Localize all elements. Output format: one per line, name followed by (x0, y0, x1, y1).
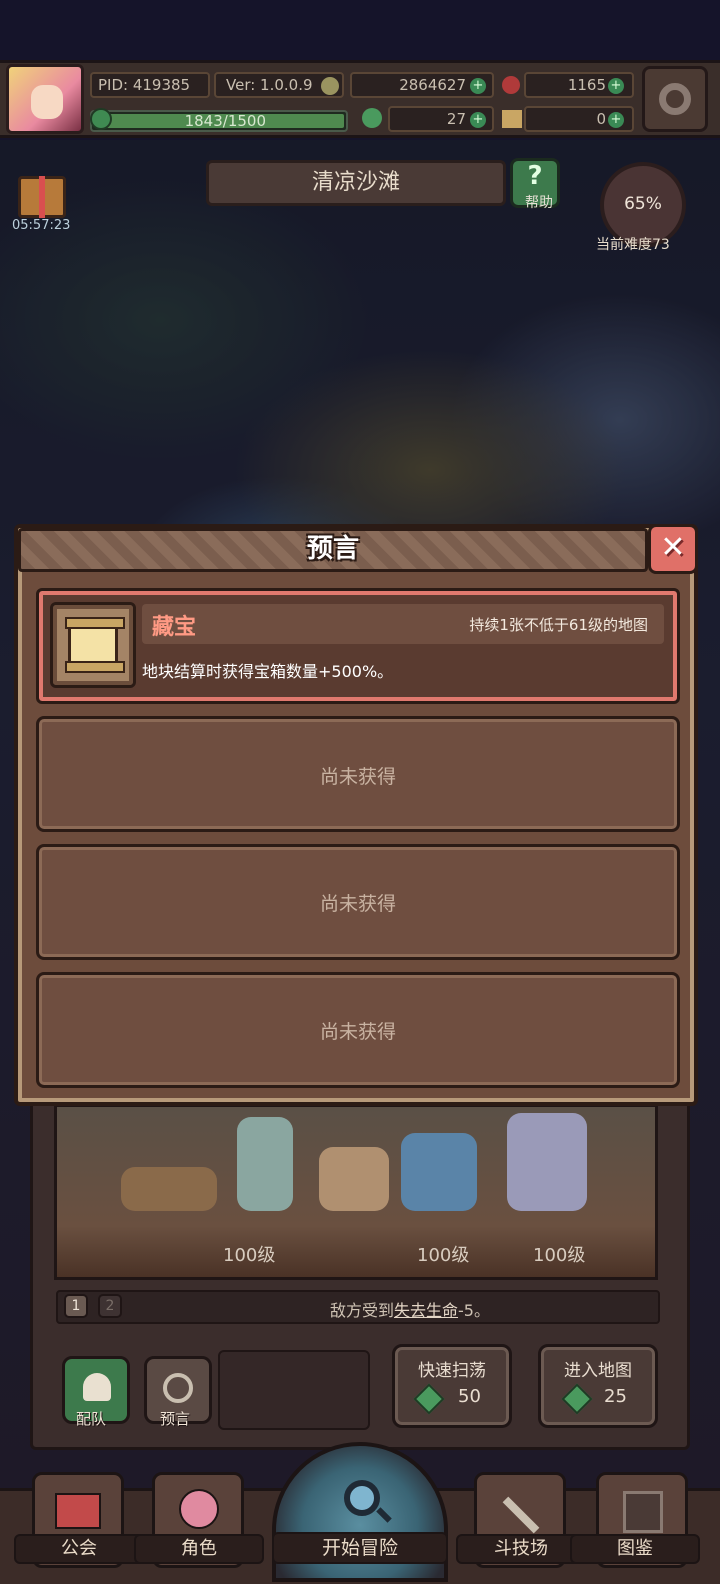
battle-message-highlight[interactable]: 失去生命 (394, 1301, 458, 1320)
close-icon: ✕ (660, 530, 686, 565)
difficulty-label: 当前难度73 (596, 237, 670, 253)
coin-icon (321, 76, 340, 95)
close-button[interactable]: ✕ (648, 524, 698, 574)
battle-message-suffix: -5。 (458, 1301, 490, 1320)
key-icon (502, 110, 522, 128)
level-label-2: 100级 (417, 1245, 470, 1266)
xp-bar: 1843/1500 (90, 110, 348, 132)
empty-slot-area (218, 1350, 370, 1430)
add-gems-icon[interactable]: + (608, 78, 624, 94)
help-label: 帮助 (525, 195, 553, 211)
pid-box: PID: 419385 (90, 72, 210, 98)
difficulty-percent: 65% (624, 194, 662, 214)
clover-icon (362, 108, 382, 128)
page-tab-2[interactable]: 2 (98, 1294, 122, 1318)
nav-guild-label: 公会 (14, 1534, 144, 1564)
location-banner: 清凉沙滩 (206, 160, 506, 206)
enter-map-title: 进入地图 (564, 1361, 632, 1381)
team-label: 配队 (76, 1410, 107, 1428)
gift-box-icon[interactable] (18, 176, 66, 218)
battle-scene: 100级 100级 100级 (54, 1104, 658, 1280)
gear-icon (659, 83, 691, 115)
empty-slot-text-3: 尚未获得 (319, 1021, 396, 1043)
gem-icon (502, 76, 520, 94)
modal-title: 预言 (306, 534, 359, 564)
prophecy-condition: 持续1张不低于61级的地图 (469, 616, 648, 634)
version-text: Ver: 1.0.0.9 (226, 76, 313, 94)
team-icon (83, 1373, 111, 1401)
battle-message-prefix: 敌方受到 (330, 1301, 395, 1320)
player-avatar[interactable] (6, 64, 84, 134)
scroll-icon (65, 617, 125, 673)
prophecy-label: 预言 (160, 1410, 191, 1428)
add-keys-icon[interactable]: + (608, 112, 624, 128)
version-box: Ver: 1.0.0.9 (214, 72, 344, 98)
avatar-face (31, 85, 63, 119)
swords-icon (502, 1496, 540, 1534)
level-label-3: 100级 (533, 1245, 586, 1266)
battle-message: 敌方受到失去生命-5。 (170, 1297, 650, 1321)
hero-sprite (237, 1117, 293, 1211)
add-gold-icon[interactable]: + (470, 78, 486, 94)
prophecy-effect: 地块结算时获得宝箱数量+500%。 (142, 662, 394, 681)
sandcastle-sprite (319, 1147, 389, 1211)
magnifier-icon (344, 1480, 380, 1516)
nav-character-label: 角色 (134, 1534, 264, 1564)
keys-value: 0 (596, 110, 606, 128)
enemy-knight-sprite (507, 1113, 587, 1211)
book-icon (623, 1491, 663, 1533)
prophecy-name: 藏宝 (152, 615, 197, 640)
question-icon: ? (527, 161, 543, 191)
food-stall (121, 1167, 217, 1211)
guild-icon (55, 1493, 101, 1529)
pid-text: PID: 419385 (98, 76, 191, 94)
nav-adventure-label: 开始冒险 (272, 1532, 448, 1564)
gems-value: 1165 (567, 76, 606, 94)
settings-button[interactable] (642, 66, 708, 132)
clover-value: 27 (446, 110, 466, 128)
crystal-ball-icon (163, 1373, 193, 1403)
gift-timer: 05:57:23 (12, 218, 71, 233)
empty-slot-text-2: 尚未获得 (319, 893, 396, 915)
add-clover-icon[interactable]: + (470, 112, 486, 128)
xp-text: 1843/1500 (184, 112, 266, 130)
gold-value: 2864627 (399, 76, 466, 94)
page-tab-1[interactable]: 1 (64, 1294, 88, 1318)
empty-slot-text-1: 尚未获得 (319, 766, 396, 788)
enter-map-cost: 25 (604, 1386, 627, 1407)
nav-codex-label: 图鉴 (570, 1534, 700, 1564)
nav-arena-label: 斗技场 (456, 1534, 586, 1564)
enemy-slime-sprite (401, 1133, 477, 1211)
character-icon (179, 1489, 219, 1529)
quick-sweep-title: 快速扫荡 (418, 1361, 486, 1381)
xp-icon (90, 108, 112, 130)
level-label-1: 100级 (223, 1245, 276, 1266)
quick-sweep-cost: 50 (458, 1386, 481, 1407)
